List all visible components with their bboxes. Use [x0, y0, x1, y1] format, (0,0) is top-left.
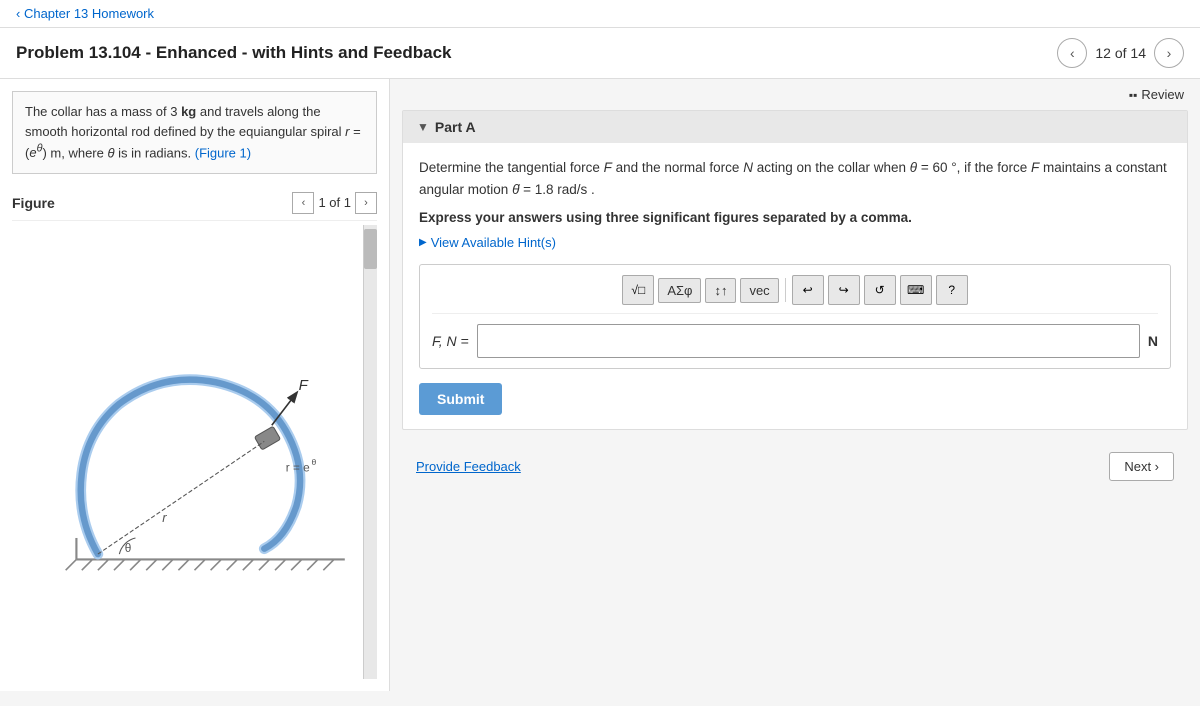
part-a-header[interactable]: ▼ Part A	[403, 111, 1187, 143]
nav-controls: ‹ 12 of 14 ›	[1057, 38, 1184, 68]
hints-toggle[interactable]: ▶ View Available Hint(s)	[419, 235, 1171, 250]
answer-box: √□ AΣφ ↕↑ vec ↩ ↪ ↺ ⌨ ? F, N =	[419, 264, 1171, 369]
review-bar: ▪▪ Review	[390, 79, 1200, 110]
figure-next-button[interactable]: ›	[355, 192, 377, 214]
svg-text:θ: θ	[125, 541, 132, 555]
part-a-label: Part A	[435, 119, 476, 135]
main-layout: The collar has a mass of 3 kg and travel…	[0, 79, 1200, 691]
next-button[interactable]: Next ›	[1109, 452, 1174, 481]
instruction-text: Express your answers using three signifi…	[419, 210, 1171, 225]
vec-button[interactable]: vec	[740, 278, 778, 303]
breadcrumb[interactable]: Chapter 13 Homework	[16, 6, 154, 21]
prev-problem-button[interactable]: ‹	[1057, 38, 1087, 68]
figure-image: F r θ r = e θ	[12, 225, 377, 679]
figure-canvas: F r θ r = e θ	[12, 225, 377, 679]
part-arrow-icon: ▼	[417, 120, 429, 134]
problem-title: Problem 13.104 - Enhanced - with Hints a…	[16, 43, 452, 63]
part-a-section: ▼ Part A Determine the tangential force …	[402, 110, 1188, 430]
left-panel: The collar has a mass of 3 kg and travel…	[0, 79, 390, 691]
svg-text:r: r	[162, 510, 167, 525]
figure-area: Figure ‹ 1 of 1 ›	[0, 186, 389, 691]
hints-arrow-icon: ▶	[419, 237, 427, 248]
scrollbar[interactable]	[363, 225, 377, 679]
sqrt-icon: √□	[631, 283, 645, 297]
problem-statement: The collar has a mass of 3 kg and travel…	[12, 91, 377, 174]
svg-text:F: F	[299, 377, 309, 394]
review-label: Review	[1141, 87, 1184, 102]
svg-text:θ: θ	[312, 457, 317, 467]
alpha-button[interactable]: AΣφ	[658, 278, 701, 303]
next-problem-button[interactable]: ›	[1154, 38, 1184, 68]
input-row: F, N = N	[432, 324, 1158, 358]
problem-count: 12 of 14	[1095, 45, 1146, 61]
toolbar-sep-1	[785, 278, 786, 302]
figure-label: Figure	[12, 195, 55, 211]
sqrt-button[interactable]: √□	[622, 275, 654, 305]
toolbar: √□ AΣφ ↕↑ vec ↩ ↪ ↺ ⌨ ?	[432, 275, 1158, 314]
redo-button[interactable]: ↪	[828, 275, 860, 305]
refresh-button[interactable]: ↺	[864, 275, 896, 305]
figure-nav: ‹ 1 of 1 ›	[292, 192, 377, 214]
input-label: F, N =	[432, 333, 469, 349]
figure-prev-button[interactable]: ‹	[292, 192, 314, 214]
hints-label: View Available Hint(s)	[431, 235, 556, 250]
keyboard-button[interactable]: ⌨	[900, 275, 932, 305]
scroll-thumb[interactable]	[364, 229, 377, 269]
problem-header: Problem 13.104 - Enhanced - with Hints a…	[0, 28, 1200, 79]
problem-statement-text: The collar has a mass of 3 kg and travel…	[25, 104, 361, 160]
right-panel: ▪▪ Review ▼ Part A Determine the tangent…	[390, 79, 1200, 691]
unit-label: N	[1148, 333, 1158, 349]
feedback-row: Provide Feedback Next ›	[402, 442, 1188, 491]
undo-button[interactable]: ↩	[792, 275, 824, 305]
figure-header: Figure ‹ 1 of 1 ›	[12, 186, 377, 221]
review-link[interactable]: ▪▪ Review	[1129, 87, 1184, 102]
feedback-link[interactable]: Provide Feedback	[416, 459, 521, 474]
answer-input[interactable]	[477, 324, 1140, 358]
breadcrumb-bar: Chapter 13 Homework	[0, 0, 1200, 28]
figure-link[interactable]: (Figure 1)	[195, 145, 251, 160]
svg-text:r = e: r = e	[286, 460, 310, 474]
question-text: Determine the tangential force F and the…	[419, 157, 1171, 200]
figure-count: 1 of 1	[318, 195, 351, 210]
part-a-body: Determine the tangential force F and the…	[403, 143, 1187, 429]
arrows-button[interactable]: ↕↑	[705, 278, 736, 303]
submit-button[interactable]: Submit	[419, 383, 502, 415]
help-button[interactable]: ?	[936, 275, 968, 305]
review-icon: ▪▪	[1129, 88, 1138, 102]
